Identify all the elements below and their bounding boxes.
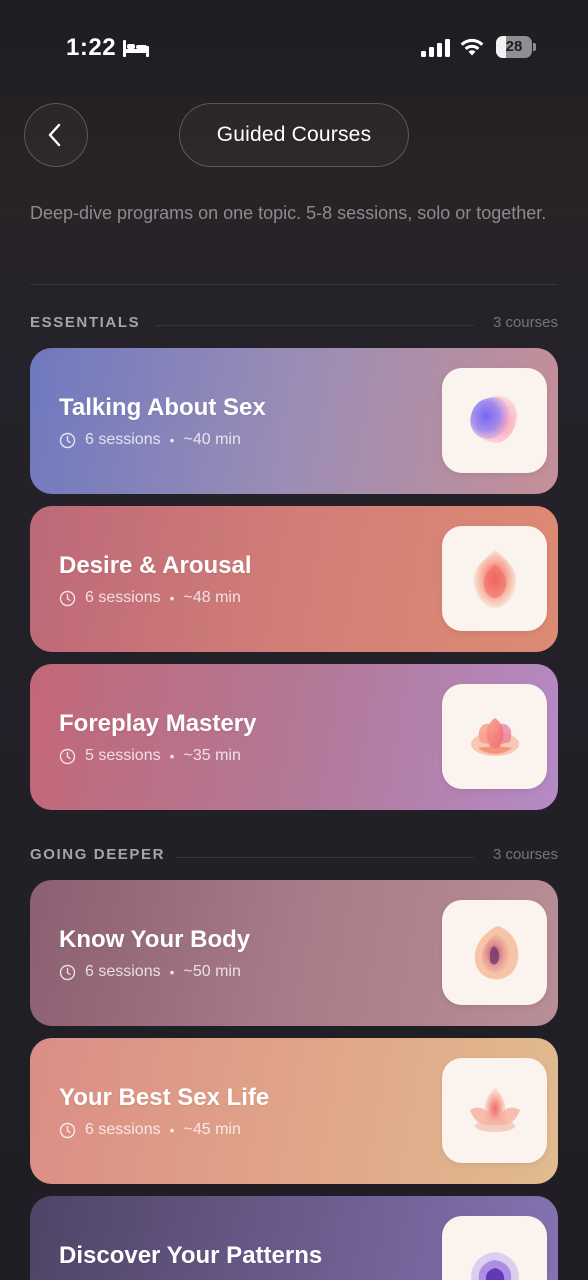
flower-icon	[470, 717, 519, 756]
clock-icon	[59, 590, 76, 606]
section-divider	[176, 857, 474, 858]
meta-separator: •	[169, 964, 175, 980]
battery-tip	[533, 43, 536, 51]
course-thumbnail	[442, 684, 547, 789]
course-sessions: 6 sessions	[85, 431, 161, 448]
course-meta: 6 sessions • ~48 min	[59, 588, 241, 608]
page-title: Guided Courses	[179, 103, 409, 167]
divider	[30, 284, 558, 285]
ripple-icon	[470, 1251, 519, 1280]
course-meta: 5 sessions • ~35 min	[59, 746, 241, 766]
course-sessions: 5 sessions	[85, 747, 161, 764]
meta-separator: •	[169, 432, 175, 448]
course-duration: ~48 min	[183, 589, 241, 606]
course-duration: ~35 min	[183, 747, 241, 764]
course-title: Talking About Sex	[59, 394, 266, 421]
battery-level: 28	[505, 38, 523, 55]
course-title: Your Best Sex Life	[59, 1084, 270, 1111]
meta-separator: •	[169, 748, 175, 764]
section-header-essentials: ESSENTIALS 3 courses	[30, 314, 558, 336]
clock-icon	[59, 748, 76, 764]
course-card-talking-about-sex[interactable]: Talking About Sex 6 sessions • ~40 min	[30, 348, 558, 494]
wifi-icon	[460, 38, 484, 56]
course-sessions: 6 sessions	[85, 589, 161, 606]
section-title: GOING DEEPER	[30, 846, 166, 863]
course-sessions: 6 sessions	[85, 963, 161, 980]
course-sessions: 6 sessions	[85, 1121, 161, 1138]
status-time: 1:22	[66, 34, 117, 61]
course-duration: ~40 min	[183, 431, 241, 448]
course-thumbnail	[442, 368, 547, 473]
clock-icon	[59, 1122, 76, 1138]
chevron-left-icon	[48, 123, 61, 147]
course-title: Know Your Body	[59, 926, 251, 953]
course-title: Foreplay Mastery	[59, 710, 257, 737]
course-title: Desire & Arousal	[59, 552, 252, 579]
clock-icon	[59, 964, 76, 980]
bed-icon	[123, 40, 149, 57]
course-card-desire-arousal[interactable]: Desire & Arousal 6 sessions • ~48 min	[30, 506, 558, 652]
status-bar: 1:22 28	[0, 0, 588, 96]
course-thumbnail	[442, 1216, 547, 1280]
course-thumbnail	[442, 900, 547, 1005]
course-card-discover-your-patterns[interactable]: Discover Your Patterns	[30, 1196, 558, 1280]
cellular-signal-icon	[421, 39, 450, 57]
guided-courses-screen: 1:22 28 Guided Courses Deep-dive program…	[0, 0, 588, 1280]
course-meta: 6 sessions • ~50 min	[59, 962, 241, 982]
course-thumbnail	[442, 1058, 547, 1163]
petal-icon	[474, 925, 518, 979]
course-meta: 6 sessions • ~40 min	[59, 430, 241, 450]
lotus-icon	[469, 1087, 520, 1132]
meta-separator: •	[169, 1122, 175, 1138]
course-meta: 6 sessions • ~45 min	[59, 1120, 241, 1140]
section-header-going-deeper: GOING DEEPER 3 courses	[30, 846, 558, 868]
section-count: 3 courses	[492, 314, 558, 331]
course-thumbnail	[442, 526, 547, 631]
course-duration: ~45 min	[183, 1121, 241, 1138]
back-button[interactable]	[24, 103, 88, 167]
section-title: ESSENTIALS	[30, 314, 141, 331]
meta-separator: •	[169, 590, 175, 606]
clock-icon	[59, 432, 76, 448]
page-subtitle: Deep-dive programs on one topic. 5-8 ses…	[30, 203, 547, 223]
course-card-your-best-sex-life[interactable]: Your Best Sex Life 6 sessions • ~45 min	[30, 1038, 558, 1184]
course-card-know-your-body[interactable]: Know Your Body 6 sessions • ~50 min	[30, 880, 558, 1026]
course-duration: ~50 min	[183, 963, 241, 980]
section-divider	[156, 325, 474, 326]
blob-icon	[469, 395, 517, 443]
course-title: Discover Your Patterns	[59, 1242, 323, 1269]
flame-icon	[473, 549, 516, 608]
battery-icon: 28	[496, 36, 536, 58]
section-count: 3 courses	[492, 846, 558, 863]
course-card-foreplay-mastery[interactable]: Foreplay Mastery 5 sessions • ~35 min	[30, 664, 558, 810]
